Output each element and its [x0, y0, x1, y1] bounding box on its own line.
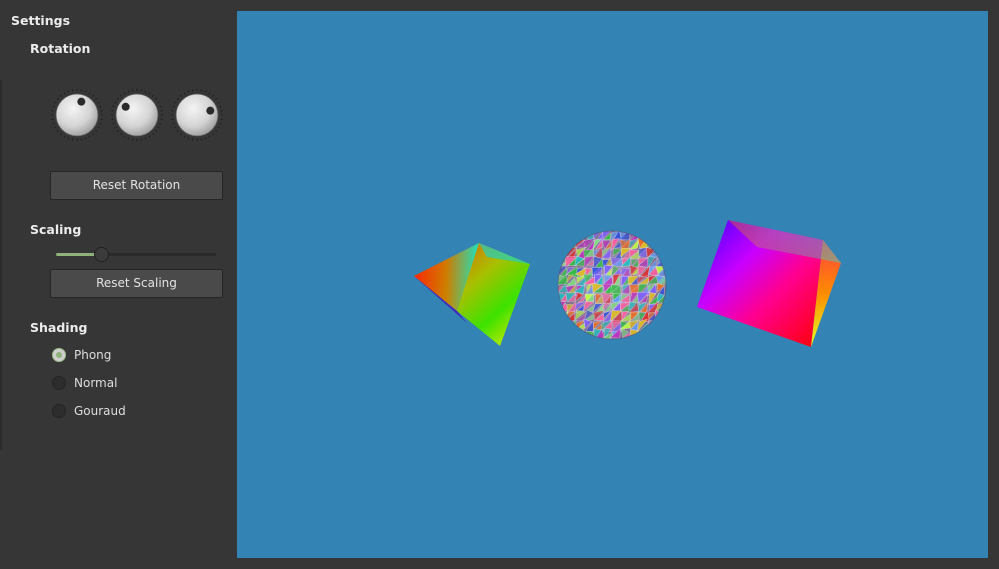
- sphere-object: [557, 230, 667, 340]
- slider-handle[interactable]: [93, 247, 109, 262]
- radio-label: Normal: [74, 376, 118, 390]
- scaling-slider[interactable]: [56, 246, 216, 262]
- settings-panel: Settings Rotation Reset Rotation Scaling…: [0, 0, 237, 569]
- shading-option-normal[interactable]: Normal: [52, 374, 117, 392]
- shading-option-gouraud[interactable]: Gouraud: [52, 402, 126, 420]
- panel-title: Settings: [11, 13, 71, 28]
- scaling-title: Scaling: [30, 222, 82, 237]
- radio-button[interactable]: [52, 404, 66, 418]
- cube-object: [697, 220, 841, 347]
- panel-edge: [0, 80, 2, 450]
- radio-button[interactable]: [52, 348, 66, 362]
- render-viewport[interactable]: [237, 11, 988, 558]
- shading-title: Shading: [30, 320, 88, 335]
- rotation-dial-x[interactable]: [51, 89, 103, 141]
- reset-rotation-button[interactable]: Reset Rotation: [50, 171, 223, 200]
- shading-option-phong[interactable]: Phong: [52, 346, 111, 364]
- rotation-dial-y[interactable]: [111, 89, 163, 141]
- rotation-title: Rotation: [30, 41, 91, 56]
- pyramid-object: [414, 243, 530, 346]
- radio-button[interactable]: [52, 376, 66, 390]
- app-window: Settings Rotation Reset Rotation Scaling…: [0, 0, 999, 569]
- rotation-dial-z[interactable]: [171, 89, 223, 141]
- radio-label: Phong: [74, 348, 112, 362]
- scene-canvas: [414, 220, 841, 347]
- radio-label: Gouraud: [74, 404, 126, 418]
- reset-scaling-button[interactable]: Reset Scaling: [50, 269, 223, 298]
